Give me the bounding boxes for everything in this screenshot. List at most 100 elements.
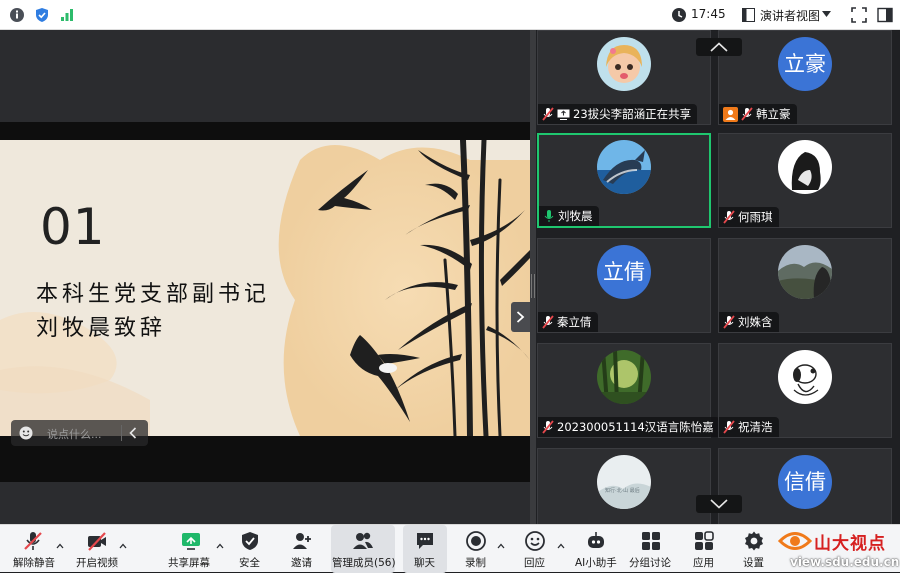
avatar: [778, 350, 832, 404]
mic-on-icon: [544, 210, 554, 222]
participant-name: 秦立倩: [557, 315, 592, 329]
chevron-down-icon: [710, 499, 728, 509]
ai-assistant-icon: [588, 532, 604, 548]
participant-tile-active-speaker[interactable]: 刘牧晨: [537, 133, 711, 228]
signal-icon[interactable]: [59, 7, 75, 23]
apps-icon: [695, 531, 714, 550]
participant-tile[interactable]: 刘姝含: [718, 238, 892, 333]
chevron-up-icon[interactable]: [497, 543, 505, 549]
ai-assistant-label: AI小助手: [575, 557, 617, 569]
avatar-caption: 知行·北·山 最后: [605, 488, 640, 494]
security-button[interactable]: 安全: [228, 525, 272, 573]
mic-muted-icon: [723, 210, 735, 224]
participant-name: 刘牧晨: [558, 209, 593, 223]
share-screen-button[interactable]: 共享屏幕: [164, 525, 218, 573]
shield-icon[interactable]: [34, 7, 50, 23]
participant-nameplate: 韩立豪: [719, 104, 797, 124]
scroll-down-button[interactable]: [696, 495, 742, 513]
record-icon: [466, 531, 486, 551]
mic-muted-icon: [723, 315, 735, 329]
meeting-toolbar: 解除静音 开启视频 共享屏幕 安全 邀请 管理成员(56) 聊天 录制 回应 A…: [0, 524, 900, 573]
chevron-down-icon: [822, 11, 831, 17]
record-button[interactable]: 录制: [454, 525, 498, 573]
participant-nameplate: 刘牧晨: [539, 206, 599, 226]
breakout-button[interactable]: 分组讨论: [627, 525, 675, 573]
reactions-button[interactable]: 回应: [513, 525, 557, 573]
comment-bar[interactable]: 说点什么...: [11, 420, 148, 446]
avatar: [597, 37, 651, 91]
view-switcher[interactable]: 演讲者视图: [742, 5, 834, 25]
fullscreen-icon[interactable]: [851, 7, 867, 23]
avatar: [778, 140, 832, 194]
watermark-title: 山大视点: [814, 534, 886, 554]
participant-nameplate: 202300051114汉语言陈怡嘉: [538, 417, 720, 437]
breakout-label: 分组讨论: [629, 557, 671, 569]
mic-muted-icon: [542, 315, 554, 329]
mic-muted-icon: [741, 107, 753, 121]
chat-icon: [417, 533, 433, 549]
view-label: 演讲者视图: [760, 9, 821, 23]
participant-tile[interactable]: 立倩 秦立倩: [537, 238, 711, 333]
participant-nameplate: 秦立倩: [538, 312, 598, 332]
start-video-button[interactable]: 开启视频: [70, 525, 124, 573]
avatar: [597, 350, 651, 404]
participant-tile[interactable]: 祝清浩: [718, 343, 892, 438]
participant-gallery: 23拔尖李韶涵正在共享 立豪 韩立豪 刘牧晨 何雨琪 立倩 秦立倩 刘姝含 20…: [536, 30, 900, 524]
participant-tile[interactable]: 202300051114汉语言陈怡嘉: [537, 343, 720, 438]
ai-assistant-button[interactable]: AI小助手: [572, 525, 620, 573]
security-label: 安全: [239, 557, 260, 569]
participant-tile[interactable]: 何雨琪: [718, 133, 892, 228]
emoji-icon: [525, 531, 545, 551]
meeting-time: 17:45: [691, 7, 726, 21]
mic-muted-icon: [24, 532, 42, 550]
invite-label: 邀请: [291, 557, 312, 569]
slide-canvas: 01 本科生党支部副书记 刘牧晨致辞: [0, 140, 530, 436]
chevron-right-icon: [516, 311, 525, 323]
sidebar-toggle-icon[interactable]: [877, 7, 893, 23]
avatar: 立倩: [597, 245, 651, 299]
participant-name: 韩立豪: [756, 107, 791, 121]
info-icon[interactable]: [9, 7, 25, 23]
scroll-up-button[interactable]: [696, 38, 742, 56]
apps-label: 应用: [693, 557, 714, 569]
settings-label: 设置: [743, 557, 764, 569]
slide-number: 01: [40, 198, 106, 256]
chat-label: 聊天: [414, 557, 435, 569]
comment-placeholder: 说点什么...: [47, 428, 102, 441]
participant-tile[interactable]: 立豪 韩立豪: [718, 30, 892, 125]
unmute-button[interactable]: 解除静音: [6, 525, 60, 573]
gear-icon: [745, 531, 763, 551]
avatar: [778, 245, 832, 299]
watermark-logo: 山大视点 view.sdu.edu.cn: [776, 524, 900, 572]
emoji-icon[interactable]: [19, 426, 33, 440]
mic-muted-icon: [542, 420, 554, 434]
chevron-up-icon: [710, 42, 728, 52]
participant-name: 刘姝含: [738, 315, 773, 329]
participant-tile[interactable]: 知行·北·山 最后: [537, 448, 711, 524]
host-badge-icon: [723, 106, 738, 122]
participant-nameplate: 刘姝含: [719, 312, 779, 332]
participant-tile[interactable]: 23拔尖李韶涵正在共享: [537, 30, 711, 125]
panel-collapse-button[interactable]: [511, 302, 530, 332]
chevron-up-icon[interactable]: [119, 543, 127, 549]
settings-button[interactable]: 设置: [732, 525, 776, 573]
slide-title-line2: 刘牧晨致辞: [36, 316, 167, 341]
manage-members-button[interactable]: 管理成员(56): [331, 525, 396, 573]
chat-button[interactable]: 聊天: [403, 525, 447, 573]
participant-tile[interactable]: 信倩: [718, 448, 892, 524]
chevron-up-icon[interactable]: [216, 543, 224, 549]
layout-icon: [742, 8, 755, 22]
avatar: 信倩: [778, 455, 832, 509]
chevron-up-icon[interactable]: [56, 543, 64, 549]
reactions-label: 回应: [524, 557, 545, 569]
chevron-left-icon[interactable]: [129, 427, 137, 439]
members-icon: [353, 532, 373, 549]
eye-logo-icon: [778, 532, 812, 550]
participant-name: 202300051114汉语言陈怡嘉: [557, 420, 714, 434]
participant-name: 23拔尖李韶涵正在共享: [573, 107, 692, 121]
avatar: [597, 140, 651, 194]
chevron-up-icon[interactable]: [557, 543, 565, 549]
apps-button[interactable]: 应用: [682, 525, 726, 573]
participant-nameplate: 23拔尖李韶涵正在共享: [538, 104, 698, 124]
invite-button[interactable]: 邀请: [280, 525, 324, 573]
